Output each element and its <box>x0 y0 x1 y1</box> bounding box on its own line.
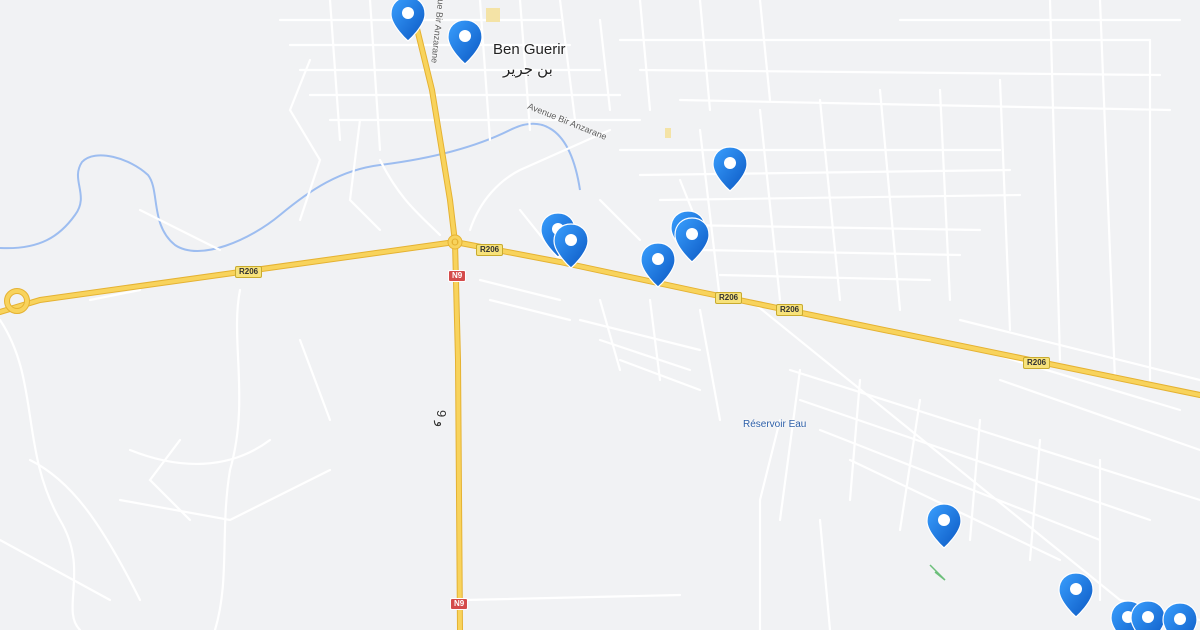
landmark-block <box>665 128 671 138</box>
map-pin-icon[interactable] <box>674 217 710 263</box>
road-shield-r206: R206 <box>776 304 804 316</box>
road-shield-r206: R206 <box>715 292 743 304</box>
map-pin-icon[interactable] <box>1130 600 1166 630</box>
river <box>0 122 581 252</box>
map-pin-icon[interactable] <box>926 503 962 549</box>
map-pin-icon[interactable] <box>390 0 426 42</box>
map-pin-icon[interactable] <box>712 146 748 192</box>
city-name-label[interactable]: Ben Guerir <box>493 41 566 58</box>
road-shield-n9: N9 <box>448 270 467 282</box>
road-shield-n9: N9 <box>450 598 469 610</box>
map-pin-icon[interactable] <box>1162 602 1198 630</box>
road-shield-r206: R206 <box>476 244 504 256</box>
map-pin-icon[interactable] <box>1058 572 1094 618</box>
road-shield-r206: R206 <box>235 266 263 278</box>
park-path <box>929 564 946 581</box>
map-pin-icon[interactable] <box>553 223 589 269</box>
reservoir-label[interactable]: Réservoir Eau <box>743 419 806 430</box>
road-shield-r206: R206 <box>1023 357 1051 369</box>
minor-roads <box>0 0 1200 630</box>
map-base-layer <box>0 0 1200 630</box>
map-pin-icon[interactable] <box>640 242 676 288</box>
landmark-block <box>486 8 500 22</box>
map-canvas[interactable]: Ben Guerir بن جرير Réservoir Eau Avenue … <box>0 0 1200 630</box>
city-name-arabic-label[interactable]: بن جرير <box>503 60 553 78</box>
road-label-n9-arabic: و 9 <box>434 410 449 428</box>
map-pin-icon[interactable] <box>447 19 483 65</box>
